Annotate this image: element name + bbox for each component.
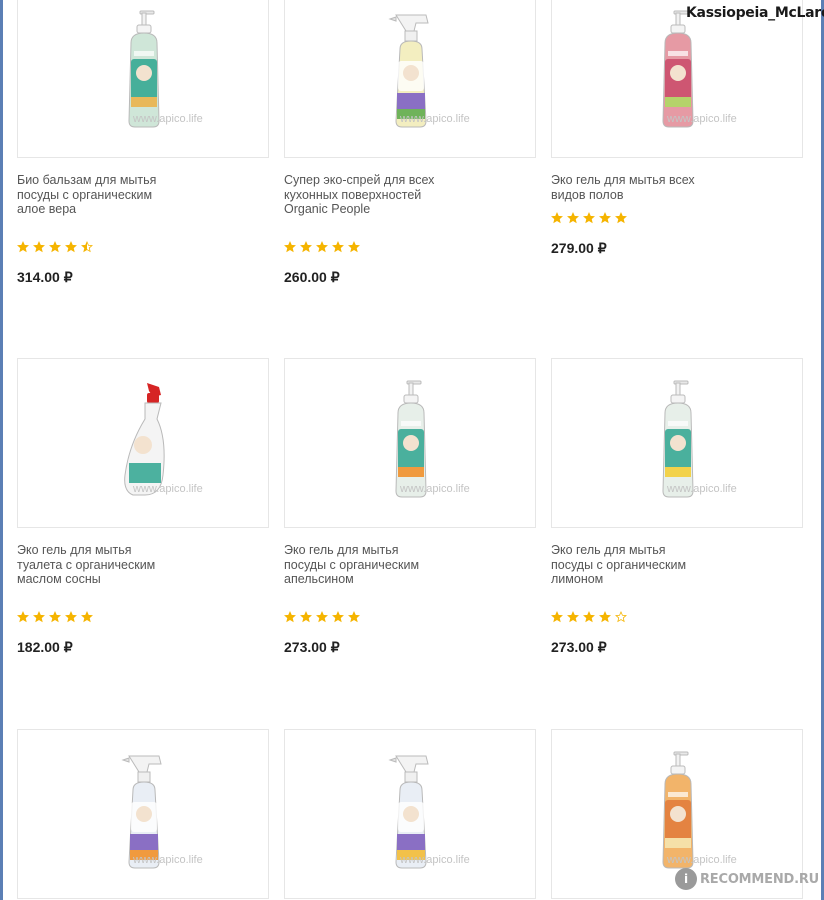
star-icon [284, 241, 296, 253]
product-grid: www.apico.life Био бальзам для мытья посу… [0, 0, 824, 900]
star-icon [332, 241, 344, 253]
rating-stars [284, 241, 360, 255]
product-title[interactable]: Супер эко-спрей для всех кухонных поверх… [284, 173, 444, 217]
product-image[interactable]: www.apico.life [17, 358, 269, 528]
star-icon [567, 611, 579, 623]
star-icon [33, 241, 45, 253]
rating-stars [17, 241, 93, 255]
star-icon [615, 212, 627, 224]
star-icon [316, 611, 328, 623]
star-icon [33, 611, 45, 623]
rating-stars [284, 611, 360, 625]
star-icon [17, 241, 29, 253]
product-price: 273.00 ₽ [551, 639, 607, 655]
star-icon [332, 611, 344, 623]
star-icon [583, 611, 595, 623]
star-icon [348, 611, 360, 623]
star-icon [599, 611, 611, 623]
star-icon [49, 611, 61, 623]
star-icon [284, 611, 296, 623]
product-image[interactable]: www.apico.life [284, 0, 536, 158]
product-image[interactable]: www.apico.life [284, 358, 536, 528]
star-icon [316, 241, 328, 253]
star-icon [583, 212, 595, 224]
rating-stars [551, 212, 627, 226]
product-price: 260.00 ₽ [284, 269, 340, 285]
star-icon [65, 611, 77, 623]
star-icon [300, 241, 312, 253]
image-watermark: www.apico.life [133, 483, 203, 495]
image-watermark: www.apico.life [400, 854, 470, 866]
site-logo: i RECOMMEND.RU [675, 866, 819, 892]
product-price: 273.00 ₽ [284, 639, 340, 655]
site-logo-text: RECOMMEND.RU [700, 871, 820, 887]
rating-stars [551, 611, 627, 625]
product-title[interactable]: Эко гель для мытья посуды с органическим… [284, 543, 444, 587]
star-icon [65, 241, 77, 253]
star-icon [81, 611, 93, 623]
product-price: 182.00 ₽ [17, 639, 73, 655]
image-watermark: www.apico.life [133, 113, 203, 125]
product-title[interactable]: Эко гель для мытья всех видов полов [551, 173, 711, 202]
star-icon [599, 212, 611, 224]
product-image[interactable]: www.apico.life [284, 729, 536, 899]
product-price: 314.00 ₽ [17, 269, 73, 285]
product-price: 279.00 ₽ [551, 240, 607, 256]
product-image[interactable]: www.apico.life [551, 0, 803, 158]
star-icon [551, 611, 563, 623]
product-image[interactable]: www.apico.life [17, 729, 269, 899]
site-logo-icon: i [675, 868, 697, 890]
image-watermark: www.apico.life [667, 854, 737, 866]
star-icon [49, 241, 61, 253]
star-icon [17, 611, 29, 623]
product-image[interactable]: www.apico.life [17, 0, 269, 158]
rating-stars [17, 611, 93, 625]
star-icon [615, 611, 627, 623]
star-icon [551, 212, 563, 224]
product-image[interactable]: www.apico.life [551, 358, 803, 528]
username-label: Kassiopeia_McLaren [686, 5, 824, 21]
product-title[interactable]: Эко гель для мытья посуды с органическим… [551, 543, 711, 587]
star-icon [300, 611, 312, 623]
image-watermark: www.apico.life [400, 483, 470, 495]
product-title[interactable]: Био бальзам для мытья посуды с органичес… [17, 173, 177, 217]
image-watermark: www.apico.life [667, 113, 737, 125]
image-watermark: www.apico.life [133, 854, 203, 866]
image-watermark: www.apico.life [400, 113, 470, 125]
star-icon [81, 241, 93, 253]
product-title[interactable]: Эко гель для мытья туалета с органически… [17, 543, 177, 587]
star-icon [348, 241, 360, 253]
image-watermark: www.apico.life [667, 483, 737, 495]
star-icon [567, 212, 579, 224]
